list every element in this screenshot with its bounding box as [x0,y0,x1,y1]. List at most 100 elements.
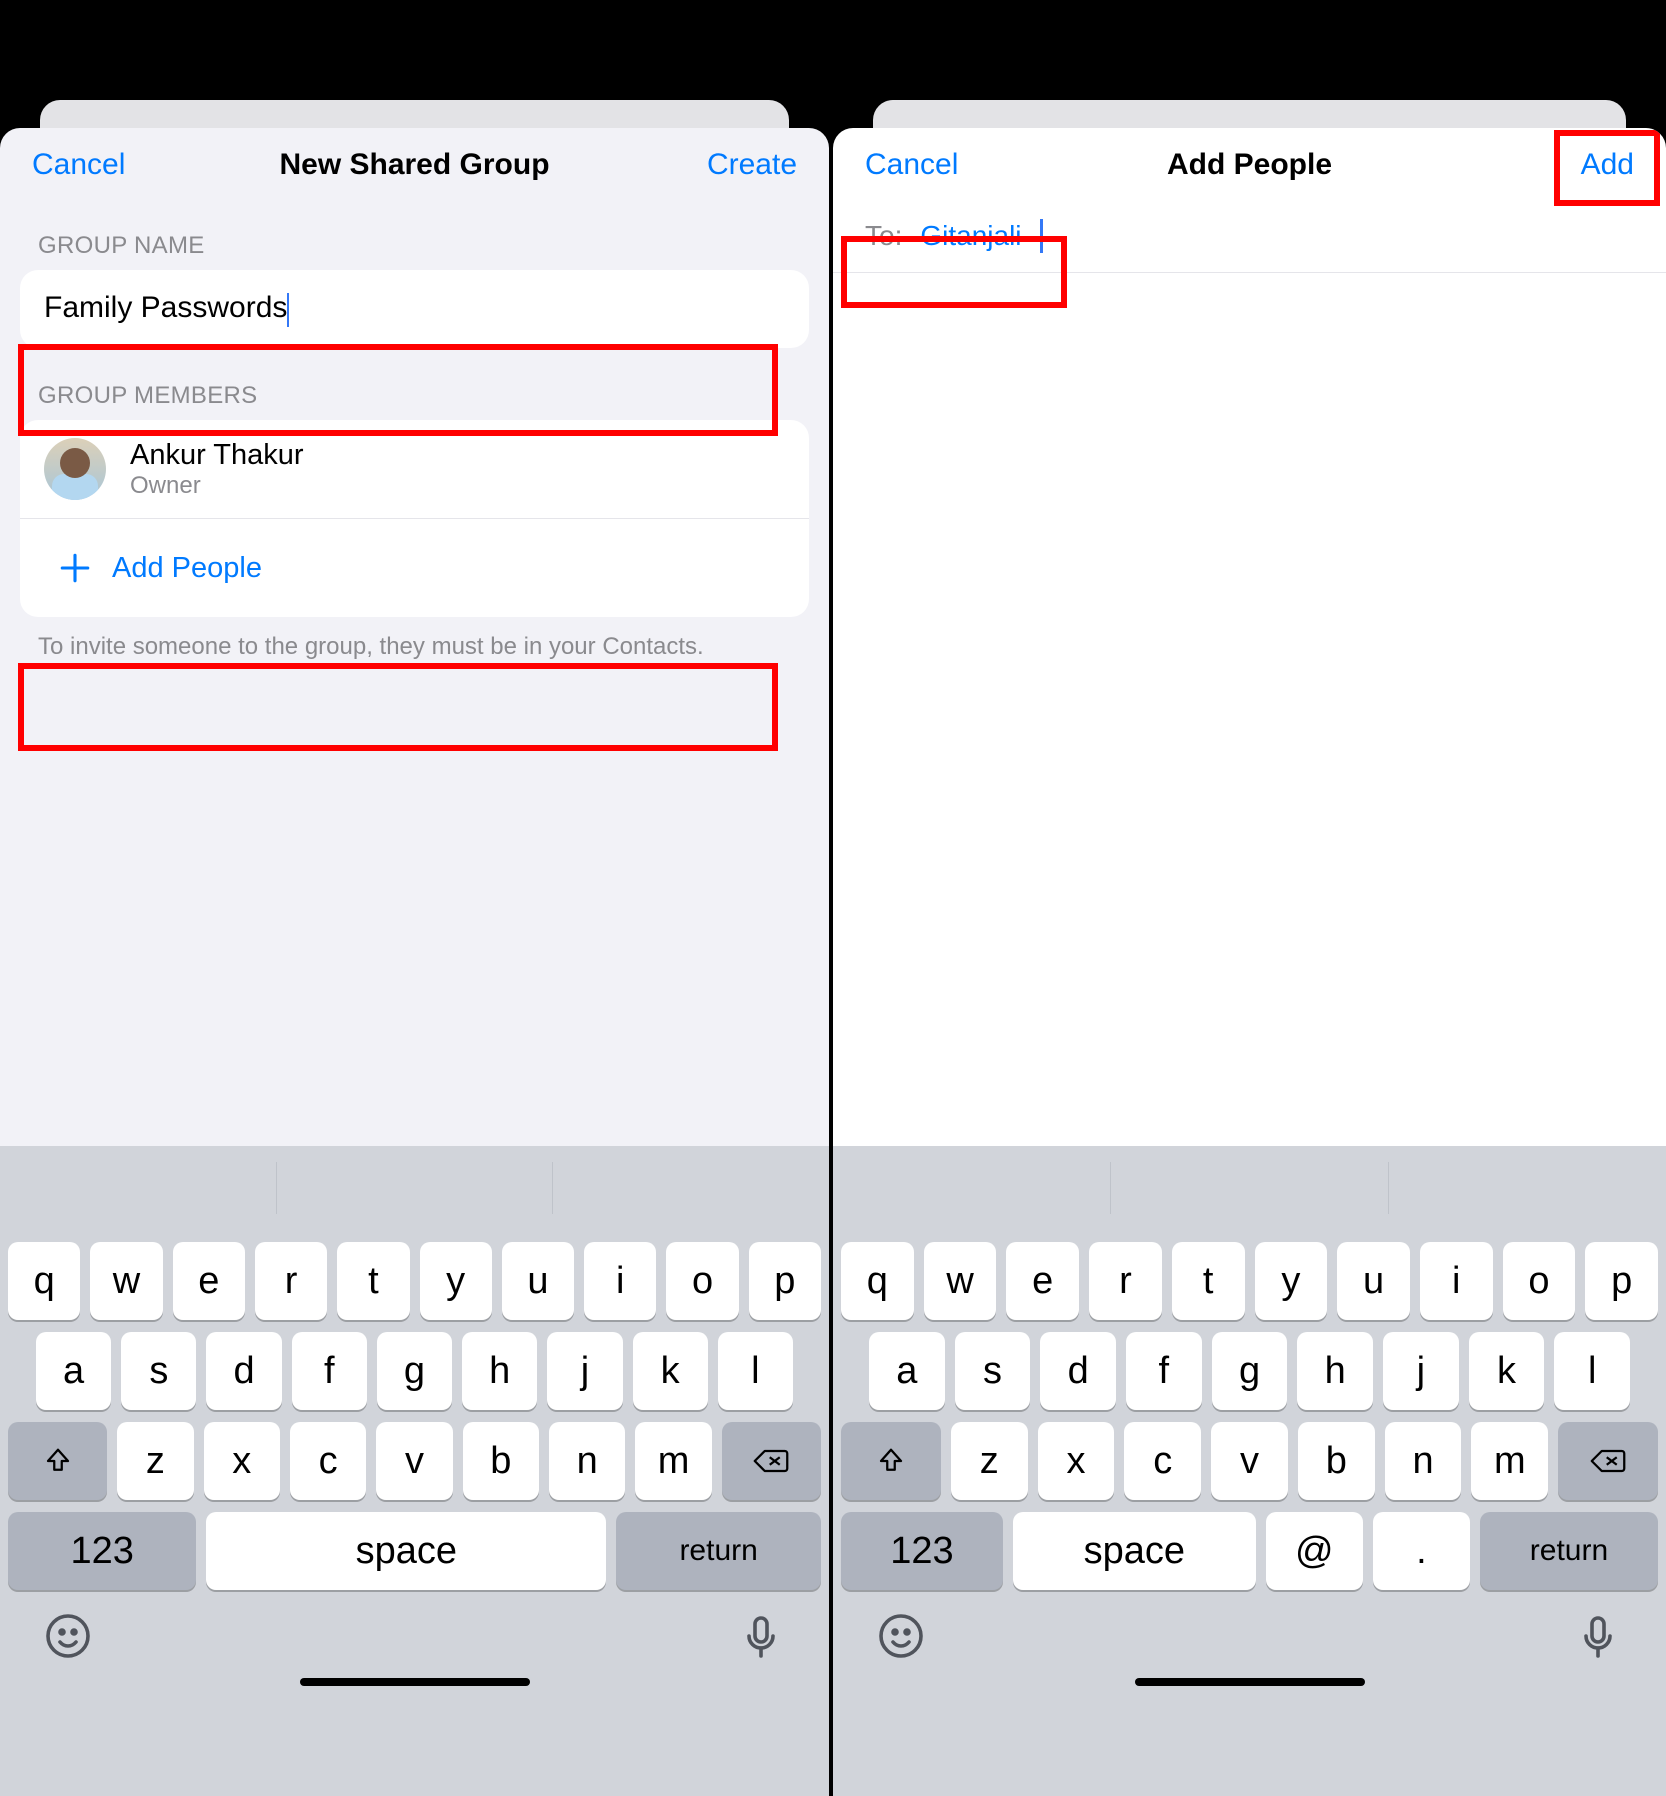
create-button[interactable]: Create [657,148,797,182]
key-y[interactable]: y [1255,1242,1328,1320]
key-a[interactable]: a [869,1332,945,1410]
nav-title: Add People [1005,148,1494,182]
key-t[interactable]: t [337,1242,409,1320]
group-members-cell-group: Ankur Thakur Owner Add People [20,420,809,617]
mic-icon[interactable] [1574,1612,1622,1660]
at-key[interactable]: @ [1266,1512,1363,1590]
key-j[interactable]: j [547,1332,622,1410]
key-f[interactable]: f [1126,1332,1202,1410]
emoji-icon[interactable] [877,1612,925,1660]
key-x[interactable]: x [1038,1422,1115,1500]
to-field[interactable]: To: Gitanjali [833,198,1666,273]
key-q[interactable]: q [8,1242,80,1320]
shift-key[interactable] [8,1422,107,1500]
kbd-row3[interactable]: zxcvbnm [833,1422,1666,1500]
key-o[interactable]: o [1503,1242,1576,1320]
key-w[interactable]: w [90,1242,162,1320]
key-v[interactable]: v [376,1422,452,1500]
key-m[interactable]: m [1471,1422,1548,1500]
annotation-highlight [18,663,778,751]
key-i[interactable]: i [1420,1242,1493,1320]
key-l[interactable]: l [718,1332,793,1410]
key-e[interactable]: e [1006,1242,1079,1320]
keyboard[interactable]: qwertyuiop asdfghjkl zxcvbnm 123 space @… [833,1146,1666,1796]
key-q[interactable]: q [841,1242,914,1320]
group-name-input[interactable]: Family Passwords [44,291,785,326]
key-z[interactable]: z [951,1422,1028,1500]
keyboard-bottombar [833,1590,1666,1670]
key-e[interactable]: e [173,1242,245,1320]
key-z[interactable]: z [117,1422,193,1500]
key-v[interactable]: v [1211,1422,1288,1500]
kbd-row3[interactable]: zxcvbnm [0,1422,829,1500]
key-s[interactable]: s [121,1332,196,1410]
numbers-key[interactable]: 123 [8,1512,196,1590]
key-m[interactable]: m [635,1422,711,1500]
quicktype-bar[interactable] [833,1146,1666,1230]
keyboard[interactable]: qwertyuiop asdfghjkl zxcvbnm 123 space r… [0,1146,829,1796]
backspace-key[interactable] [722,1422,821,1500]
cancel-button[interactable]: Cancel [865,148,1005,182]
space-key[interactable]: space [206,1512,606,1590]
key-k[interactable]: k [1469,1332,1545,1410]
key-g[interactable]: g [377,1332,452,1410]
home-indicator [1135,1678,1365,1686]
modal-sheet-add-people: Cancel Add People Add To: Gitanjali qwer… [833,128,1666,1796]
key-o[interactable]: o [666,1242,738,1320]
backspace-key[interactable] [1558,1422,1658,1500]
space-key[interactable]: space [1013,1512,1256,1590]
avatar [44,438,106,500]
key-n[interactable]: n [549,1422,625,1500]
key-p[interactable]: p [749,1242,821,1320]
member-name: Ankur Thakur [130,439,304,472]
key-d[interactable]: d [206,1332,281,1410]
key-l[interactable]: l [1554,1332,1630,1410]
key-r[interactable]: r [1089,1242,1162,1320]
emoji-icon[interactable] [44,1612,92,1660]
return-key[interactable]: return [616,1512,821,1590]
key-h[interactable]: h [1297,1332,1373,1410]
key-w[interactable]: w [924,1242,997,1320]
key-y[interactable]: y [420,1242,492,1320]
kbd-row4[interactable]: 123 space @ . return [833,1512,1666,1590]
key-f[interactable]: f [292,1332,367,1410]
keyboard-bottombar [0,1590,829,1670]
cancel-button[interactable]: Cancel [32,148,172,182]
key-h[interactable]: h [462,1332,537,1410]
phone-right: Cancel Add People Add To: Gitanjali qwer… [833,0,1666,1796]
key-x[interactable]: x [204,1422,280,1500]
key-p[interactable]: p [1585,1242,1658,1320]
navbar: Cancel Add People Add [833,128,1666,198]
key-b[interactable]: b [1298,1422,1375,1500]
member-role: Owner [130,472,304,500]
key-c[interactable]: c [290,1422,366,1500]
return-key[interactable]: return [1480,1512,1658,1590]
add-button[interactable]: Add [1494,148,1634,182]
key-r[interactable]: r [255,1242,327,1320]
key-k[interactable]: k [633,1332,708,1410]
mic-icon[interactable] [737,1612,785,1660]
key-j[interactable]: j [1383,1332,1459,1410]
key-d[interactable]: d [1040,1332,1116,1410]
dot-key[interactable]: . [1373,1512,1470,1590]
group-name-cell-group: Family Passwords [20,270,809,348]
kbd-row4[interactable]: 123 space return [0,1512,829,1590]
add-people-button[interactable]: Add People [20,518,809,617]
add-people-label: Add People [112,552,262,585]
numbers-key[interactable]: 123 [841,1512,1003,1590]
recipient-chip[interactable]: Gitanjali [914,218,1027,254]
group-name-field-cell[interactable]: Family Passwords [20,270,809,348]
key-s[interactable]: s [955,1332,1031,1410]
quicktype-bar[interactable] [0,1146,829,1230]
key-b[interactable]: b [463,1422,539,1500]
key-n[interactable]: n [1385,1422,1462,1500]
key-g[interactable]: g [1212,1332,1288,1410]
group-members-label: GROUP MEMBERS [0,348,829,420]
key-t[interactable]: t [1172,1242,1245,1320]
key-u[interactable]: u [502,1242,574,1320]
key-u[interactable]: u [1337,1242,1410,1320]
key-a[interactable]: a [36,1332,111,1410]
key-c[interactable]: c [1124,1422,1201,1500]
shift-key[interactable] [841,1422,941,1500]
key-i[interactable]: i [584,1242,656,1320]
